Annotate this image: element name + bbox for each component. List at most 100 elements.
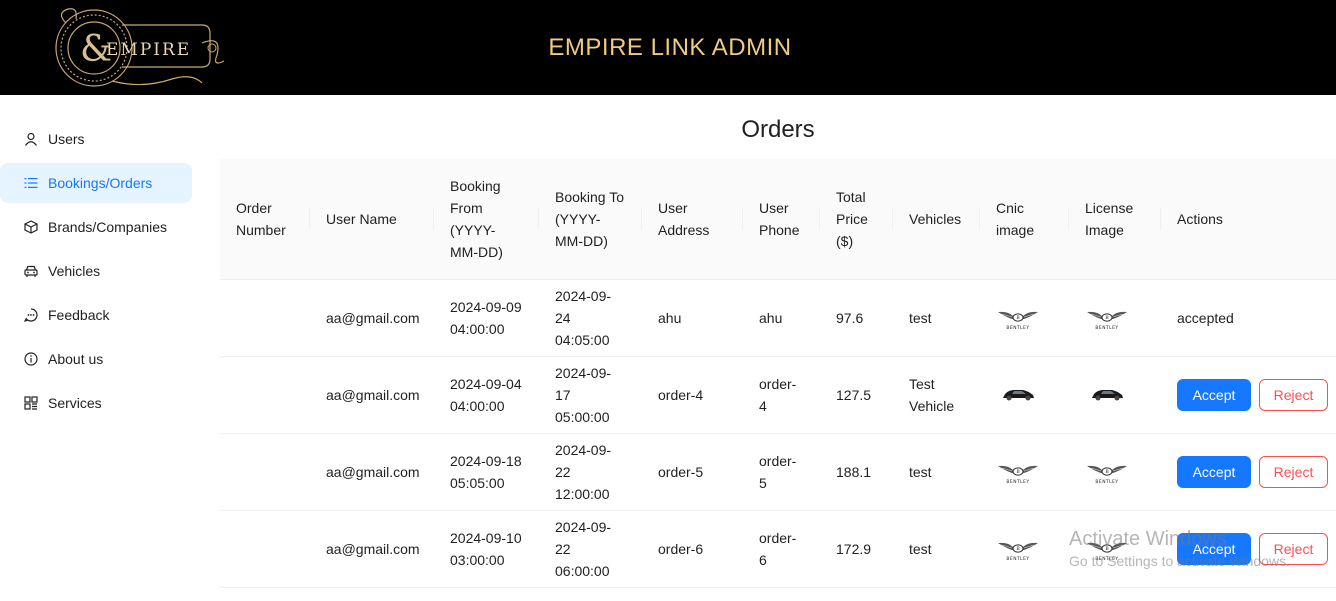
table-row: aa@gmail.com 2024-09-04 04:00:00 2024-09-1… — [220, 356, 1336, 434]
user-name-cell: aa@gmail.com — [310, 279, 434, 357]
column-header: Total Price ($) — [820, 159, 893, 280]
actions-cell: Accept Reject — [1161, 433, 1336, 511]
booking-from-cell: 2024-09-18 05:05:00 — [434, 433, 539, 511]
order-status: accepted — [1177, 309, 1234, 326]
bentley-logo-image: BBENTLEY — [998, 465, 1038, 485]
user-name-cell: aa@gmail.com — [310, 510, 434, 588]
booking-to-cell: 2024-09-22 06:00:00 — [539, 510, 642, 588]
bentley-logo-image: BBENTLEY — [998, 311, 1038, 331]
user-address-cell: ahu — [642, 279, 743, 357]
accept-button[interactable]: Accept — [1177, 532, 1251, 565]
sidebar-item-bookings[interactable]: Bookings/Orders — [0, 163, 192, 203]
column-header: User Address — [642, 159, 743, 280]
cnic-image-cell: B BENTLEY — [980, 510, 1069, 588]
order-number-cell — [220, 510, 310, 588]
sidebar-item-feedback[interactable]: Feedback — [0, 295, 192, 335]
sidebar-item-label: About us — [48, 351, 104, 367]
total-price-cell: 188.1 — [820, 433, 893, 511]
column-header: Vehicles — [893, 159, 980, 280]
vehicles-cell: test — [893, 510, 980, 588]
total-price-cell: 127.5 — [820, 356, 893, 434]
svg-text:BENTLEY: BENTLEY — [1095, 556, 1118, 562]
license-image-cell: B BENTLEY — [1069, 433, 1161, 511]
list-icon — [24, 178, 38, 188]
booking-to-cell: 2024-09-17 05:00:00 — [539, 356, 642, 434]
vehicles-cell: Test Vehicle — [893, 356, 980, 434]
svg-text:BENTLEY: BENTLEY — [1006, 479, 1029, 485]
sidebar-item-label: Brands/Companies — [48, 219, 168, 235]
actions-cell: Accept Reject — [1161, 510, 1336, 588]
table-row: aa@gmail.com 2024-09-18 05:05:00 2024-09-2… — [220, 433, 1336, 511]
sidebar-item-label: Services — [48, 395, 102, 411]
column-header: License Image — [1069, 159, 1161, 280]
sidebar-menu: Users Bookings/Orders Brands/Companies V… — [0, 95, 200, 601]
user-phone-cell: order-6 — [743, 510, 820, 588]
grid-icon — [24, 396, 38, 410]
orders-table: Order Number User Name Booking From (YYY… — [220, 159, 1336, 588]
sidebar-item-about[interactable]: About us — [0, 339, 192, 379]
user-phone-cell: ahu — [743, 279, 820, 357]
page-title: Orders — [741, 116, 815, 143]
bentley-logo-image: BBENTLEY — [1087, 465, 1127, 485]
svg-text:BENTLEY: BENTLEY — [1006, 556, 1029, 562]
user-address-cell: order-4 — [642, 356, 743, 434]
column-header: Order Number — [220, 159, 310, 280]
user-name-cell: aa@gmail.com — [310, 356, 434, 434]
accept-button[interactable]: Accept — [1177, 455, 1251, 488]
booking-from-cell: 2024-09-10 03:00:00 — [434, 510, 539, 588]
sidebar-item-label: Feedback — [48, 307, 110, 323]
cube-icon — [24, 220, 38, 234]
user-phone-cell: order-4 — [743, 356, 820, 434]
vehicles-cell: test — [893, 433, 980, 511]
top-header: & EMPIRE EMPIRE LINK ADMIN — [0, 0, 1336, 95]
user-address-cell: order-6 — [642, 510, 743, 588]
svg-text:BENTLEY: BENTLEY — [1095, 325, 1118, 331]
order-number-cell — [220, 356, 310, 434]
column-header: Cnic image — [980, 159, 1069, 280]
reject-button[interactable]: Reject — [1259, 455, 1328, 488]
order-number-cell — [220, 433, 310, 511]
sidebar-item-label: Vehicles — [48, 263, 101, 279]
table-row: aa@gmail.com 2024-09-09 04:00:00 2024-09-2… — [220, 279, 1336, 357]
user-name-cell: aa@gmail.com — [310, 433, 434, 511]
actions-cell: accepted — [1161, 279, 1336, 357]
car-photo-image — [1092, 389, 1123, 400]
vehicles-cell: test — [893, 279, 980, 357]
bentley-logo-image: BBENTLEY — [1087, 542, 1127, 562]
booking-to-cell: 2024-09-24 04:05:00 — [539, 279, 642, 357]
total-price-cell: 97.6 — [820, 279, 893, 357]
table-header-row: Order Number User Name Booking From (YYY… — [220, 159, 1336, 280]
app-title: EMPIRE LINK ADMIN — [548, 34, 792, 61]
booking-from-cell: 2024-09-09 04:00:00 — [434, 279, 539, 357]
column-header: Actions — [1161, 159, 1336, 280]
column-header: Booking From (YYYY-MM-DD) — [434, 159, 539, 280]
actions-cell: Accept Reject — [1161, 356, 1336, 434]
user-phone-cell: order-5 — [743, 433, 820, 511]
user-address-cell: order-5 — [642, 433, 743, 511]
sidebar-item-vehicles[interactable]: Vehicles — [0, 251, 192, 291]
cnic-image-cell: B BENTLEY — [980, 433, 1069, 511]
bentley-logo-image: BBENTLEY — [998, 542, 1038, 562]
reject-button[interactable]: Reject — [1259, 378, 1328, 411]
column-header: User Name — [310, 159, 434, 280]
svg-text:BENTLEY: BENTLEY — [1006, 325, 1029, 331]
booking-to-cell: 2024-09-22 12:00:00 — [539, 433, 642, 511]
info-icon — [24, 352, 38, 366]
sidebar-item-brands[interactable]: Brands/Companies — [0, 207, 192, 247]
bentley-logo-image: BBENTLEY — [1087, 311, 1127, 331]
car-icon — [24, 265, 38, 277]
column-header: Booking To (YYYY-MM-DD) — [539, 159, 642, 280]
sidebar-item-services[interactable]: Services — [0, 383, 192, 423]
cnic-image-cell: B BENTLEY — [980, 279, 1069, 357]
license-image-cell — [1069, 356, 1161, 434]
sidebar-item-users[interactable]: Users — [0, 119, 192, 159]
reject-button[interactable]: Reject — [1259, 532, 1328, 565]
sidebar-item-label: Bookings/Orders — [48, 175, 153, 191]
booking-from-cell: 2024-09-04 04:00:00 — [434, 356, 539, 434]
table-row: aa@gmail.com 2024-09-10 03:00:00 2024-09-2… — [220, 510, 1336, 588]
accept-button[interactable]: Accept — [1177, 378, 1251, 411]
license-image-cell: B BENTLEY — [1069, 510, 1161, 588]
order-number-cell — [220, 279, 310, 357]
license-image-cell: B BENTLEY — [1069, 279, 1161, 357]
column-header: User Phone — [743, 159, 820, 280]
